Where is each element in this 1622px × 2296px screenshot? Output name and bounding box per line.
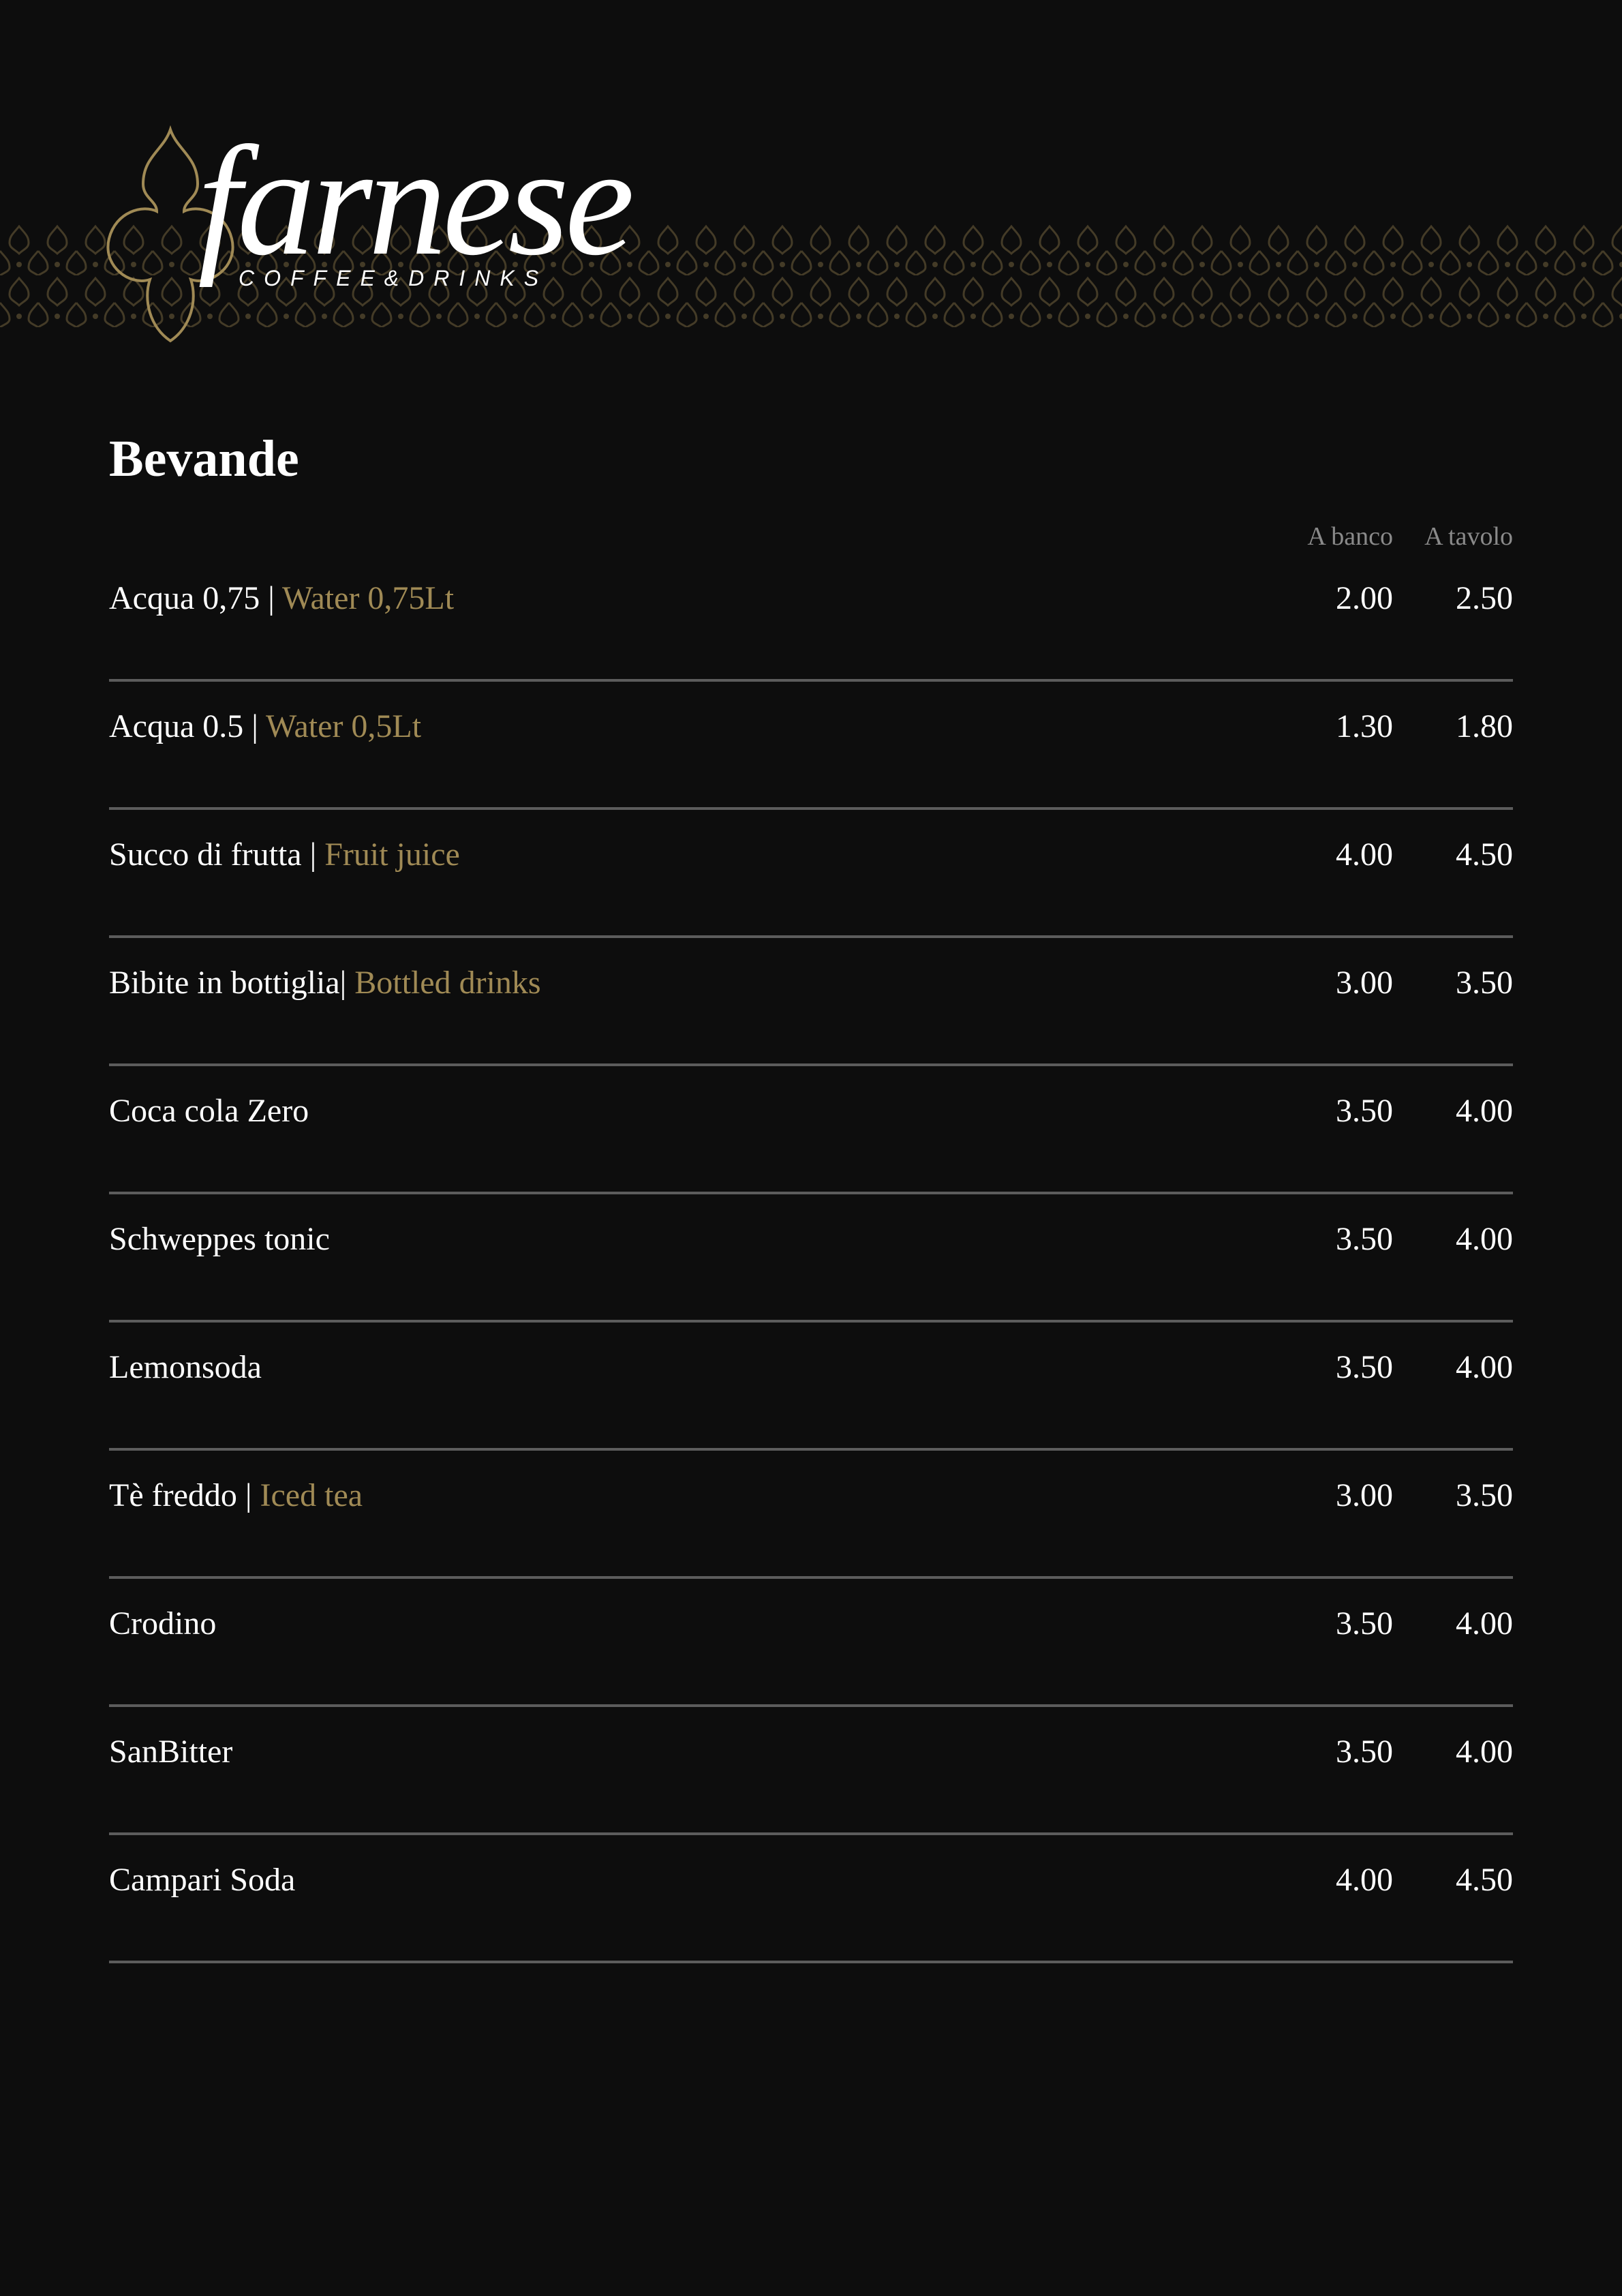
item-label: Schweppes tonic (109, 1220, 330, 1258)
price-tavolo: 3.50 (1456, 965, 1513, 1001)
price-banco: 3.00 (1336, 965, 1393, 1001)
menu-row: Campari Soda 4.00 4.50 (109, 1835, 1513, 1963)
farnese-logo: farnese COFFEE&DRINKS (102, 102, 634, 348)
menu-row: Acqua 0,75 | Water 0,75Lt 2.00 2.50 (109, 554, 1513, 682)
menu-row: Schweppes tonic 3.50 4.00 (109, 1194, 1513, 1323)
item-label: Acqua 0.5 | Water 0,5Lt (109, 708, 421, 745)
section-title: Bevande (109, 430, 299, 487)
price-tavolo: 4.50 (1456, 836, 1513, 873)
item-separator: | (243, 708, 266, 744)
price-banco: 3.50 (1336, 1734, 1393, 1770)
menu-row: Crodino 3.50 4.00 (109, 1579, 1513, 1707)
price-banco: 1.30 (1336, 708, 1393, 744)
item-name-it: Acqua 0.5 (109, 708, 244, 744)
item-label: SanBitter (109, 1733, 232, 1770)
price-tavolo: 1.80 (1456, 708, 1513, 744)
item-name-it: Lemonsoda (109, 1349, 262, 1385)
item-name-it: Succo di frutta (109, 836, 302, 873)
price-banco: 3.00 (1336, 1477, 1393, 1513)
column-header-banco: A banco (1307, 522, 1393, 551)
item-name-it: SanBitter (109, 1734, 233, 1770)
item-label: Lemonsoda (109, 1348, 262, 1386)
menu-row: Succo di frutta | Fruit juice 4.00 4.50 (109, 810, 1513, 938)
item-label: Crodino (109, 1605, 216, 1642)
menu-list: Acqua 0,75 | Water 0,75Lt 2.00 2.50 Acqu… (109, 554, 1513, 1963)
item-name-it: Tè freddo (109, 1477, 237, 1513)
price-tavolo: 4.00 (1456, 1349, 1513, 1385)
menu-row: Lemonsoda 3.50 4.00 (109, 1323, 1513, 1451)
price-banco: 3.50 (1336, 1349, 1393, 1385)
price-tavolo: 4.00 (1456, 1734, 1513, 1770)
item-label: Campari Soda (109, 1861, 295, 1899)
price-tavolo: 3.50 (1456, 1477, 1513, 1513)
item-separator: | (301, 836, 325, 873)
price-banco: 3.50 (1336, 1093, 1393, 1129)
item-separator: | (339, 965, 355, 1001)
item-name-it: Crodino (109, 1605, 217, 1642)
price-tavolo: 4.50 (1456, 1862, 1513, 1898)
price-banco: 4.00 (1336, 1862, 1393, 1898)
item-name-it: Acqua 0,75 (109, 580, 260, 616)
price-tavolo: 4.00 (1456, 1221, 1513, 1257)
price-banco: 4.00 (1336, 836, 1393, 873)
menu-row: Coca cola Zero 3.50 4.00 (109, 1066, 1513, 1194)
menu-row: SanBitter 3.50 4.00 (109, 1707, 1513, 1835)
item-name-it: Campari Soda (109, 1862, 296, 1898)
price-tavolo: 2.50 (1456, 580, 1513, 616)
menu-row: Acqua 0.5 | Water 0,5Lt 1.30 1.80 (109, 682, 1513, 810)
column-header-tavolo: A tavolo (1424, 522, 1513, 551)
item-label: Bibite in bottiglia| Bottled drinks (109, 964, 541, 1001)
brand-wordmark: farnese (198, 114, 634, 288)
item-name-en: Iced tea (260, 1477, 363, 1513)
price-banco: 2.00 (1336, 580, 1393, 616)
price-tavolo: 4.00 (1456, 1093, 1513, 1129)
item-name-it: Schweppes tonic (109, 1221, 330, 1257)
item-name-it: Bibite in bottiglia (109, 965, 340, 1001)
item-name-en: Bottled drinks (354, 965, 541, 1001)
item-label: Coca cola Zero (109, 1092, 309, 1130)
item-separator: | (236, 1477, 260, 1513)
menu-row: Tè freddo | Iced tea 3.00 3.50 (109, 1451, 1513, 1579)
item-separator: | (260, 580, 283, 616)
brand-subtitle: COFFEE&DRINKS (239, 266, 549, 290)
item-label: Acqua 0,75 | Water 0,75Lt (109, 579, 454, 617)
item-name-en: Fruit juice (324, 836, 460, 873)
item-name-it: Coca cola Zero (109, 1093, 309, 1129)
price-tavolo: 4.00 (1456, 1605, 1513, 1642)
item-label: Succo di frutta | Fruit juice (109, 836, 460, 873)
price-banco: 3.50 (1336, 1605, 1393, 1642)
price-banco: 3.50 (1336, 1221, 1393, 1257)
menu-row: Bibite in bottiglia| Bottled drinks 3.00… (109, 938, 1513, 1066)
item-name-en: Water 0,5Lt (266, 708, 422, 744)
item-label: Tè freddo | Iced tea (109, 1477, 363, 1514)
item-name-en: Water 0,75Lt (282, 580, 455, 616)
